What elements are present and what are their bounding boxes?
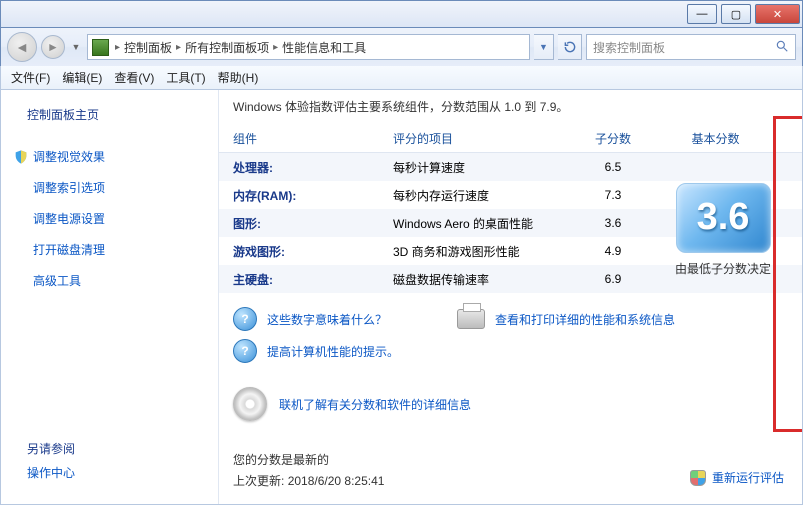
col-component: 组件 xyxy=(233,130,393,147)
chevron-right-icon: ▸ xyxy=(174,42,183,53)
base-score-caption: 由最低子分数决定 xyxy=(675,261,771,277)
cell-description: 磁盘数据传输速率 xyxy=(393,271,583,288)
reassess-link[interactable]: 重新运行评估 xyxy=(690,469,784,486)
base-score-value: 3.6 xyxy=(697,196,750,239)
search-input[interactable]: 搜索控制面板 xyxy=(586,34,796,60)
search-placeholder: 搜索控制面板 xyxy=(593,39,665,56)
menu-view[interactable]: 查看(V) xyxy=(114,69,154,86)
refresh-button[interactable] xyxy=(558,34,582,60)
cell-subscore: 6.9 xyxy=(583,272,643,286)
nav-back-button[interactable]: ◄ xyxy=(7,32,37,62)
nav-forward-button[interactable]: ► xyxy=(41,35,65,59)
sidebar-link-action-center[interactable]: 操作中心 xyxy=(27,464,206,481)
control-panel-icon xyxy=(92,39,109,56)
menu-file[interactable]: 文件(F) xyxy=(11,69,50,86)
chevron-right-icon: ▸ xyxy=(271,42,280,53)
table-header: 组件 评分的项目 子分数 基本分数 xyxy=(219,125,802,153)
cell-subscore: 6.5 xyxy=(583,160,643,174)
col-subscore: 子分数 xyxy=(583,130,643,147)
sidebar-item-advanced-tools[interactable]: 高级工具 xyxy=(33,272,206,289)
cell-component: 内存(RAM): xyxy=(233,187,393,204)
chevron-right-icon: ▸ xyxy=(113,42,122,53)
breadcrumb-seg-3[interactable]: 性能信息和工具 xyxy=(280,39,368,56)
close-button[interactable]: ✕ xyxy=(755,4,800,24)
reassess-label: 重新运行评估 xyxy=(712,469,784,486)
shield-icon xyxy=(690,470,706,486)
intro-text: Windows 体验指数评估主要系统组件，分数范围从 1.0 到 7.9。 xyxy=(219,90,802,125)
link-view-print-details[interactable]: 查看和打印详细的性能和系统信息 xyxy=(495,311,675,328)
refresh-icon xyxy=(563,40,577,54)
col-description: 评分的项目 xyxy=(393,130,583,147)
see-also-header: 另请参阅 xyxy=(27,440,206,457)
menu-tools[interactable]: 工具(T) xyxy=(166,69,205,86)
cell-subscore: 4.9 xyxy=(583,244,643,258)
status-updated-value: 2018/6/20 8:25:41 xyxy=(288,474,385,488)
content-area: 控制面板主页 调整视觉效果 调整索引选项 调整电源设置 打开磁盘清理 高级工具 … xyxy=(0,90,803,505)
sidebar-home-link[interactable]: 控制面板主页 xyxy=(27,106,206,123)
help-icon: ? xyxy=(233,307,257,331)
cell-description: 3D 商务和游戏图形性能 xyxy=(393,243,583,260)
breadcrumb[interactable]: ▸ 控制面板 ▸ 所有控制面板项 ▸ 性能信息和工具 xyxy=(87,34,530,60)
minimize-button[interactable]: — xyxy=(687,4,717,24)
search-icon xyxy=(775,39,789,56)
cell-description: Windows Aero 的桌面性能 xyxy=(393,215,583,232)
address-dropdown-button[interactable]: ▼ xyxy=(534,34,554,60)
col-basescore: 基本分数 xyxy=(643,130,788,147)
address-bar: ◄ ► ▼ ▸ 控制面板 ▸ 所有控制面板项 ▸ 性能信息和工具 ▼ 搜索控制面… xyxy=(0,28,803,66)
help-row-2: ? 提高计算机性能的提示。 xyxy=(219,337,802,369)
sidebar-item-indexing[interactable]: 调整索引选项 xyxy=(33,179,206,196)
cell-component: 主硬盘: xyxy=(233,271,393,288)
sidebar-item-power[interactable]: 调整电源设置 xyxy=(33,210,206,227)
shield-icon xyxy=(13,149,29,165)
cell-subscore: 7.3 xyxy=(583,188,643,202)
menu-help[interactable]: 帮助(H) xyxy=(218,69,259,86)
breadcrumb-seg-2[interactable]: 所有控制面板项 xyxy=(183,39,271,56)
cell-subscore: 3.6 xyxy=(583,216,643,230)
link-performance-tips[interactable]: 提高计算机性能的提示。 xyxy=(267,343,399,360)
status-fresh: 您的分数是最新的 xyxy=(233,451,788,468)
disc-icon xyxy=(233,387,267,421)
link-learn-online[interactable]: 联机了解有关分数和软件的详细信息 xyxy=(279,396,471,413)
sidebar-item-visual-effects[interactable]: 调整视觉效果 xyxy=(33,148,105,165)
printer-icon xyxy=(457,309,485,329)
window-titlebar: — ▢ ✕ xyxy=(0,0,803,28)
help-icon: ? xyxy=(233,339,257,363)
main-panel: Windows 体验指数评估主要系统组件，分数范围从 1.0 到 7.9。 组件… xyxy=(219,90,802,504)
nav-history-dropdown[interactable]: ▼ xyxy=(69,33,83,61)
status-updated-label: 上次更新: xyxy=(233,474,284,488)
cell-component: 处理器: xyxy=(233,159,393,176)
base-score-box: 3.6 由最低子分数决定 xyxy=(656,170,790,290)
link-what-numbers-mean[interactable]: 这些数字意味着什么？ xyxy=(267,311,387,328)
cell-component: 图形: xyxy=(233,215,393,232)
breadcrumb-seg-1[interactable]: 控制面板 xyxy=(122,39,174,56)
help-row-1: ? 这些数字意味着什么？ 查看和打印详细的性能和系统信息 xyxy=(219,293,802,337)
maximize-button[interactable]: ▢ xyxy=(721,4,751,24)
menu-bar: 文件(F) 编辑(E) 查看(V) 工具(T) 帮助(H) xyxy=(0,66,803,90)
sidebar: 控制面板主页 调整视觉效果 调整索引选项 调整电源设置 打开磁盘清理 高级工具 … xyxy=(1,90,219,504)
menu-edit[interactable]: 编辑(E) xyxy=(62,69,102,86)
sidebar-item-disk-cleanup[interactable]: 打开磁盘清理 xyxy=(33,241,206,258)
cell-component: 游戏图形: xyxy=(233,243,393,260)
cell-description: 每秒计算速度 xyxy=(393,159,583,176)
cell-description: 每秒内存运行速度 xyxy=(393,187,583,204)
learn-row: 联机了解有关分数和软件的详细信息 xyxy=(219,369,802,439)
base-score-badge: 3.6 xyxy=(676,183,771,253)
